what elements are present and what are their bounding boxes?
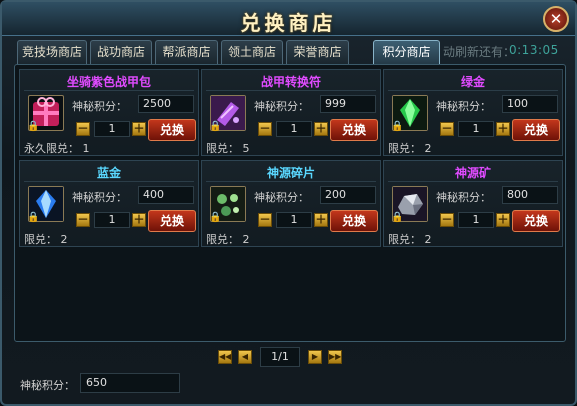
decrease-quantity-button[interactable]: －: [440, 122, 454, 136]
tab-points-shop[interactable]: 积分商店: [373, 40, 440, 64]
quantity-field[interactable]: 1: [276, 121, 312, 137]
quantity-field[interactable]: 1: [276, 212, 312, 228]
blue-gem-icon[interactable]: 🔒: [27, 186, 64, 223]
increase-quantity-button[interactable]: ＋: [132, 213, 146, 227]
first-page-button[interactable]: ◀◀: [218, 350, 232, 364]
divider: [388, 90, 558, 91]
tab-guild-shop[interactable]: 帮派商店: [155, 40, 218, 64]
item-name: 蓝金: [96, 166, 121, 180]
quantity-field[interactable]: 1: [458, 121, 494, 137]
tab-territory-shop[interactable]: 领土商店: [221, 40, 283, 64]
shop-item-card: 蓝金 🔒 神秘积分： 400 － 1 ＋ 兑换 限兑： 2: [19, 160, 199, 247]
shop-item-card: 神源矿 🔒 神秘积分： 800 － 1 ＋ 兑换 限兑： 2: [383, 160, 563, 247]
lock-icon: 🔒: [209, 121, 222, 132]
previous-page-button[interactable]: ◀: [238, 350, 252, 364]
page-indicator: 1/1: [260, 347, 300, 367]
item-name: 神源矿: [454, 166, 491, 180]
decrease-quantity-button[interactable]: －: [76, 213, 90, 227]
exchange-button[interactable]: 兑换: [148, 119, 196, 141]
next-page-button[interactable]: ▶: [308, 350, 322, 364]
ore-icon[interactable]: 🔒: [391, 186, 428, 223]
points-label: 神秘积分：: [254, 191, 309, 204]
last-page-button[interactable]: ▶▶: [328, 350, 342, 364]
lock-icon: 🔒: [391, 121, 404, 132]
shop-item-card: 神源碎片 🔒 神秘积分： 200 － 1 ＋ 兑换 限兑： 2: [201, 160, 381, 247]
item-cost: 100: [502, 95, 558, 113]
lock-icon: 🔒: [27, 121, 40, 132]
shop-item-card: 战甲转换符 🔒 神秘积分： 999 － 1 ＋ 兑换 限兑： 5: [201, 69, 381, 156]
points-label: 神秘积分：: [72, 191, 127, 204]
shop-item-card: 坐骑紫色战甲包 🔒 神秘积分： 2500 － 1 ＋ 兑换 永久限兑： 1: [19, 69, 199, 156]
green-gem-icon[interactable]: 🔒: [391, 95, 428, 132]
exchange-limit: 限兑： 2: [24, 233, 68, 246]
item-cost: 800: [502, 186, 558, 204]
item-name: 战甲转换符: [260, 75, 321, 89]
points-label: 神秘积分：: [72, 100, 127, 113]
item-name: 坐骑紫色战甲包: [66, 75, 151, 89]
divider: [206, 90, 376, 91]
refresh-label: 动刷新还有：: [443, 45, 516, 59]
shards-icon[interactable]: 🔒: [209, 186, 246, 223]
exchange-button[interactable]: 兑换: [512, 119, 560, 141]
item-cost: 2500: [138, 95, 194, 113]
increase-quantity-button[interactable]: ＋: [314, 213, 328, 227]
divider: [24, 90, 194, 91]
exchange-limit: 限兑： 5: [206, 142, 250, 155]
divider: [388, 181, 558, 182]
exchange-limit: 限兑： 2: [206, 233, 250, 246]
exchange-button[interactable]: 兑换: [512, 210, 560, 232]
exchange-shop-window: 兑换商店 ✕ 竞技场商店 战功商店 帮派商店 领土商店 荣誉商店 积分商店 动刷…: [0, 0, 577, 406]
window-title: 兑换商店: [240, 11, 337, 35]
close-button[interactable]: ✕: [543, 6, 569, 32]
item-cost: 999: [320, 95, 376, 113]
points-label: 神秘积分：: [436, 191, 491, 204]
exchange-button[interactable]: 兑换: [330, 119, 378, 141]
quantity-field[interactable]: 1: [94, 212, 130, 228]
decrease-quantity-button[interactable]: －: [258, 213, 272, 227]
points-label: 神秘积分：: [254, 100, 309, 113]
exchange-button[interactable]: 兑换: [330, 210, 378, 232]
tab-merit-shop[interactable]: 战功商店: [90, 40, 152, 64]
exchange-button[interactable]: 兑换: [148, 210, 196, 232]
shop-item-card: 绿金 🔒 神秘积分： 100 － 1 ＋ 兑换 限兑： 2: [383, 69, 563, 156]
lock-icon: 🔒: [209, 212, 222, 223]
refresh-countdown: 0:13:05: [509, 43, 559, 57]
divider: [24, 181, 194, 182]
purple-gift-pack-icon[interactable]: 🔒: [27, 95, 64, 132]
quantity-field[interactable]: 1: [94, 121, 130, 137]
exchange-limit: 永久限兑： 1: [24, 142, 90, 155]
decrease-quantity-button[interactable]: －: [258, 122, 272, 136]
increase-quantity-button[interactable]: ＋: [496, 122, 510, 136]
item-cost: 400: [138, 186, 194, 204]
purple-scroll-icon[interactable]: 🔒: [209, 95, 246, 132]
increase-quantity-button[interactable]: ＋: [496, 213, 510, 227]
tab-honor-shop[interactable]: 荣誉商店: [286, 40, 349, 64]
quantity-field[interactable]: 1: [458, 212, 494, 228]
lock-icon: 🔒: [27, 212, 40, 223]
item-name: 神源碎片: [266, 166, 315, 180]
points-label: 神秘积分：: [436, 100, 491, 113]
title-bar[interactable]: 兑换商店 ✕: [2, 2, 575, 36]
tab-arena-shop[interactable]: 竞技场商店: [17, 40, 87, 64]
lock-icon: 🔒: [391, 212, 404, 223]
total-points-value: 650: [80, 373, 180, 393]
divider: [206, 181, 376, 182]
item-name: 绿金: [460, 75, 485, 89]
total-points-label: 神秘积分：: [20, 379, 75, 392]
item-cost: 200: [320, 186, 376, 204]
decrease-quantity-button[interactable]: －: [76, 122, 90, 136]
item-grid-panel: 坐骑紫色战甲包 🔒 神秘积分： 2500 － 1 ＋ 兑换 永久限兑： 1 战甲…: [14, 64, 566, 342]
increase-quantity-button[interactable]: ＋: [132, 122, 146, 136]
decrease-quantity-button[interactable]: －: [440, 213, 454, 227]
increase-quantity-button[interactable]: ＋: [314, 122, 328, 136]
exchange-limit: 限兑： 2: [388, 233, 432, 246]
exchange-limit: 限兑： 2: [388, 142, 432, 155]
